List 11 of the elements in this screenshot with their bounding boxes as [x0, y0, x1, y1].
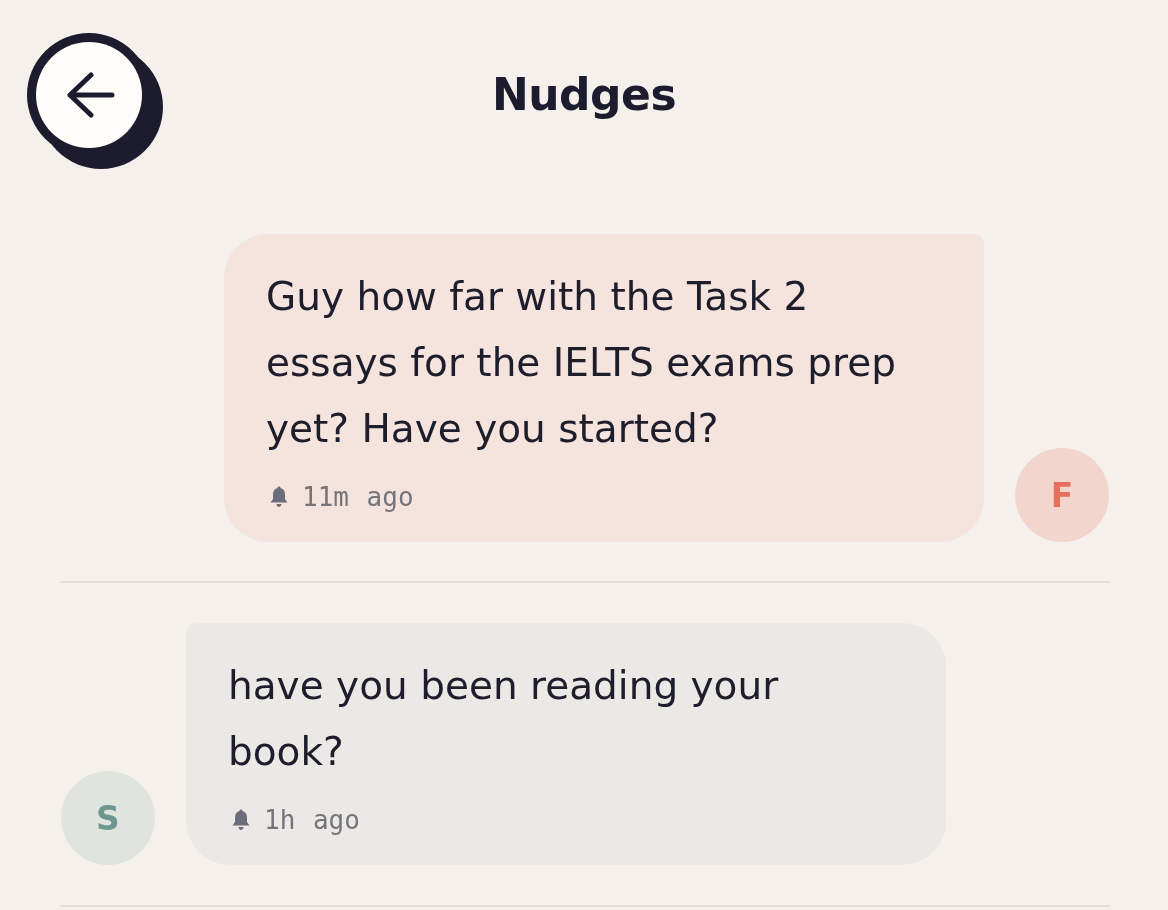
time-ago: 11m ago [302, 482, 414, 512]
message-text: have you been reading your book? [228, 662, 780, 776]
time-ago: 1h ago [264, 805, 360, 835]
bell-icon [232, 809, 250, 831]
message-text: Guy how far with the Task 2 essays for the IELTS exams prep yet? Have you started? [266, 273, 897, 453]
bell-icon [270, 486, 288, 508]
avatar: S [61, 771, 155, 865]
back-arrow-icon [67, 72, 115, 118]
back-button[interactable] [27, 33, 165, 171]
avatar: F [1015, 448, 1109, 542]
page-title: Nudges [491, 68, 677, 122]
